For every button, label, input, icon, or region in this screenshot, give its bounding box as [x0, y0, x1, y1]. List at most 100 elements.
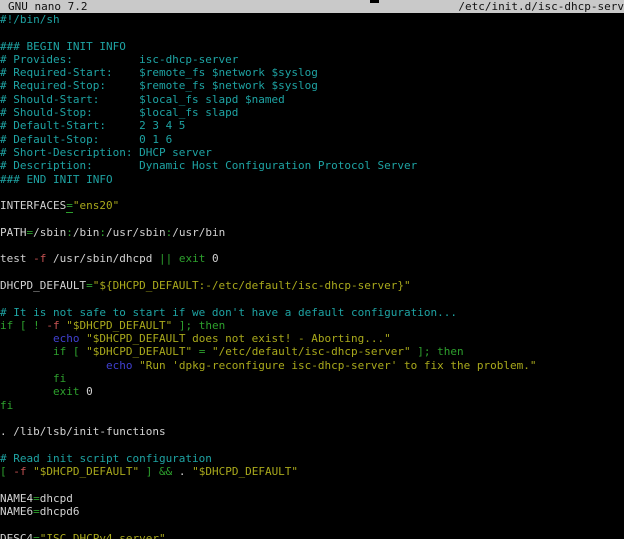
- code-segment: echo: [106, 359, 133, 372]
- code-segment: "$DHCPD_DEFAULT does not exist! - Aborti…: [86, 332, 391, 345]
- code-line-24: if [ ! -f "$DHCPD_DEFAULT" ]; then: [0, 319, 624, 332]
- code-segment: -f: [33, 252, 46, 265]
- code-segment: if: [0, 319, 13, 332]
- code-segment: -f: [46, 319, 59, 332]
- code-segment: =: [86, 279, 93, 292]
- code-segment: "/etc/default/isc-dhcp-server": [212, 345, 411, 358]
- titlebar-notch: [370, 0, 379, 3]
- code-segment: [152, 465, 159, 478]
- code-segment: &&: [159, 465, 172, 478]
- code-line-13: ### END INIT INFO: [0, 173, 624, 186]
- code-segment: [66, 345, 73, 358]
- code-line-40: DESC4="ISC DHCPv4 server": [0, 532, 624, 539]
- open-file-path: /etc/init.d/isc-dhcp-serv: [458, 0, 624, 13]
- code-segment: echo: [53, 332, 80, 345]
- code-segment: =: [33, 492, 40, 505]
- code-line-34: # Read init script configuration: [0, 452, 624, 465]
- code-line-31: [0, 412, 624, 425]
- code-segment: if: [53, 345, 66, 358]
- code-segment: /usr/sbin/dhcpd: [46, 252, 159, 265]
- code-line-26: if [ "$DHCPD_DEFAULT" = "/etc/default/is…: [0, 345, 624, 358]
- code-segment: # It is not safe to start if we don't ha…: [0, 306, 457, 319]
- code-line-18: [0, 239, 624, 252]
- code-segment: [0, 345, 53, 358]
- code-line-21: DHCPD_DEFAULT="${DHCPD_DEFAULT:-/etc/def…: [0, 279, 624, 292]
- code-segment: NAME4: [0, 492, 33, 505]
- code-segment: /bin: [73, 226, 100, 239]
- code-line-12: # Description: Dynamic Host Configuratio…: [0, 159, 624, 172]
- code-line-36: [0, 478, 624, 491]
- code-segment: =: [33, 505, 40, 518]
- code-line-17: PATH=/sbin:/bin:/usr/sbin:/usr/bin: [0, 226, 624, 239]
- code-segment: . /lib/lsb/init-functions: [0, 425, 166, 438]
- code-segment: "$DHCPD_DEFAULT": [192, 465, 298, 478]
- code-segment: # Required-Start: $remote_fs $network $s…: [0, 66, 318, 79]
- code-segment: .: [172, 465, 192, 478]
- code-line-15: INTERFACES="ens20": [0, 199, 624, 212]
- code-line-25: echo "$DHCPD_DEFAULT does not exist! - A…: [0, 332, 624, 345]
- code-segment: /usr/sbin: [106, 226, 166, 239]
- code-line-8: # Should-Stop: $local_fs slapd: [0, 106, 624, 119]
- code-line-1: #!/bin/sh: [0, 13, 624, 26]
- code-segment: "$DHCPD_DEFAULT": [66, 319, 172, 332]
- code-line-32: . /lib/lsb/init-functions: [0, 425, 624, 438]
- code-segment: ### END INIT INFO: [0, 173, 113, 186]
- code-segment: #!/bin/sh: [0, 13, 60, 26]
- code-segment: fi: [53, 372, 66, 385]
- code-segment: test: [0, 252, 33, 265]
- code-segment: !: [33, 319, 40, 332]
- nano-titlebar: GNU nano 7.2 /etc/init.d/isc-dhcp-serv: [0, 0, 624, 13]
- code-segment: ];: [179, 319, 192, 332]
- code-segment: exit: [179, 252, 206, 265]
- code-segment: [0, 372, 53, 385]
- code-segment: NAME6: [0, 505, 33, 518]
- code-line-11: # Short-Description: DHCP server: [0, 146, 624, 159]
- code-segment: [205, 345, 212, 358]
- code-segment: [: [0, 465, 7, 478]
- cursor[interactable]: =: [66, 199, 73, 213]
- code-segment: [0, 332, 53, 345]
- code-segment: # Default-Start: 2 3 4 5: [0, 119, 185, 132]
- code-segment: # Required-Stop: $remote_fs $network $sy…: [0, 79, 318, 92]
- code-segment: fi: [0, 399, 13, 412]
- code-segment: DESC4: [0, 532, 33, 539]
- code-segment: # Read init script configuration: [0, 452, 212, 465]
- code-segment: 0: [205, 252, 218, 265]
- code-line-2: [0, 26, 624, 39]
- code-segment: PATH: [0, 226, 27, 239]
- code-segment: dhcpd6: [40, 505, 80, 518]
- code-segment: =: [33, 532, 40, 539]
- code-segment: [139, 465, 146, 478]
- code-line-9: # Default-Start: 2 3 4 5: [0, 119, 624, 132]
- code-segment: exit: [53, 385, 80, 398]
- code-line-28: fi: [0, 372, 624, 385]
- code-segment: "$DHCPD_DEFAULT": [33, 465, 139, 478]
- code-segment: [172, 252, 179, 265]
- code-segment: then: [199, 319, 226, 332]
- code-line-30: fi: [0, 399, 624, 412]
- code-line-20: [0, 266, 624, 279]
- code-segment: [0, 359, 106, 372]
- code-segment: [192, 345, 199, 358]
- code-segment: # Description: Dynamic Host Configuratio…: [0, 159, 417, 172]
- editor-buffer[interactable]: #!/bin/sh ### BEGIN INIT INFO# Provides: …: [0, 13, 624, 539]
- code-segment: ];: [417, 345, 430, 358]
- code-line-6: # Required-Stop: $remote_fs $network $sy…: [0, 79, 624, 92]
- code-line-35: [ -f "$DHCPD_DEFAULT" ] && . "$DHCPD_DEF…: [0, 465, 624, 478]
- code-line-5: # Required-Start: $remote_fs $network $s…: [0, 66, 624, 79]
- code-segment: [: [20, 319, 27, 332]
- code-segment: # Short-Description: DHCP server: [0, 146, 212, 159]
- code-line-7: # Should-Start: $local_fs slapd $named: [0, 93, 624, 106]
- code-line-10: # Default-Stop: 0 1 6: [0, 133, 624, 146]
- code-line-3: ### BEGIN INIT INFO: [0, 40, 624, 53]
- code-segment: # Default-Stop: 0 1 6: [0, 133, 172, 146]
- code-segment: /usr/bin: [172, 226, 225, 239]
- code-line-27: echo "Run 'dpkg-reconfigure isc-dhcp-ser…: [0, 359, 624, 372]
- code-segment: [192, 319, 199, 332]
- code-line-39: [0, 518, 624, 531]
- code-segment: INTERFACES: [0, 199, 66, 212]
- code-segment: then: [437, 345, 464, 358]
- code-segment: :: [99, 226, 106, 239]
- code-segment: "ISC DHCPv4 server": [40, 532, 166, 539]
- code-line-4: # Provides: isc-dhcp-server: [0, 53, 624, 66]
